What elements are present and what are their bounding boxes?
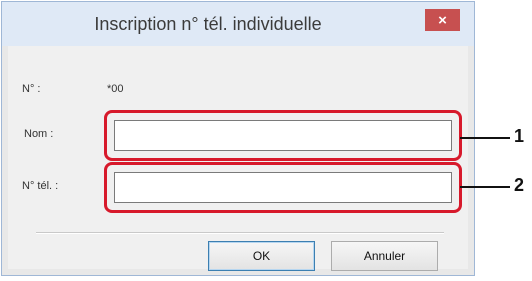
dialog-title: Inscription n° tél. individuelle [94, 14, 322, 34]
dialog-body: N° : *00 Nom : N° tél. : OK Annuler [8, 46, 468, 271]
name-label: Nom : [24, 128, 54, 140]
callout-line-2 [460, 186, 510, 188]
close-icon: × [438, 11, 447, 29]
phone-field[interactable] [114, 172, 452, 203]
ok-button[interactable]: OK [208, 241, 315, 271]
title-bar: Inscription n° tél. individuelle × [2, 2, 474, 46]
callout-number-2: 2 [514, 175, 525, 195]
number-value: *00 [107, 83, 124, 95]
phone-label: N° tél. : [22, 180, 59, 192]
close-button[interactable]: × [425, 9, 460, 31]
cancel-button[interactable]: Annuler [331, 241, 438, 271]
number-label: N° : [22, 83, 41, 95]
divider [36, 232, 444, 234]
callout-number-1: 1 [514, 126, 525, 146]
registration-dialog: Inscription n° tél. individuelle × N° : … [1, 1, 475, 276]
name-field[interactable] [114, 120, 452, 151]
callout-line-1 [460, 137, 510, 139]
